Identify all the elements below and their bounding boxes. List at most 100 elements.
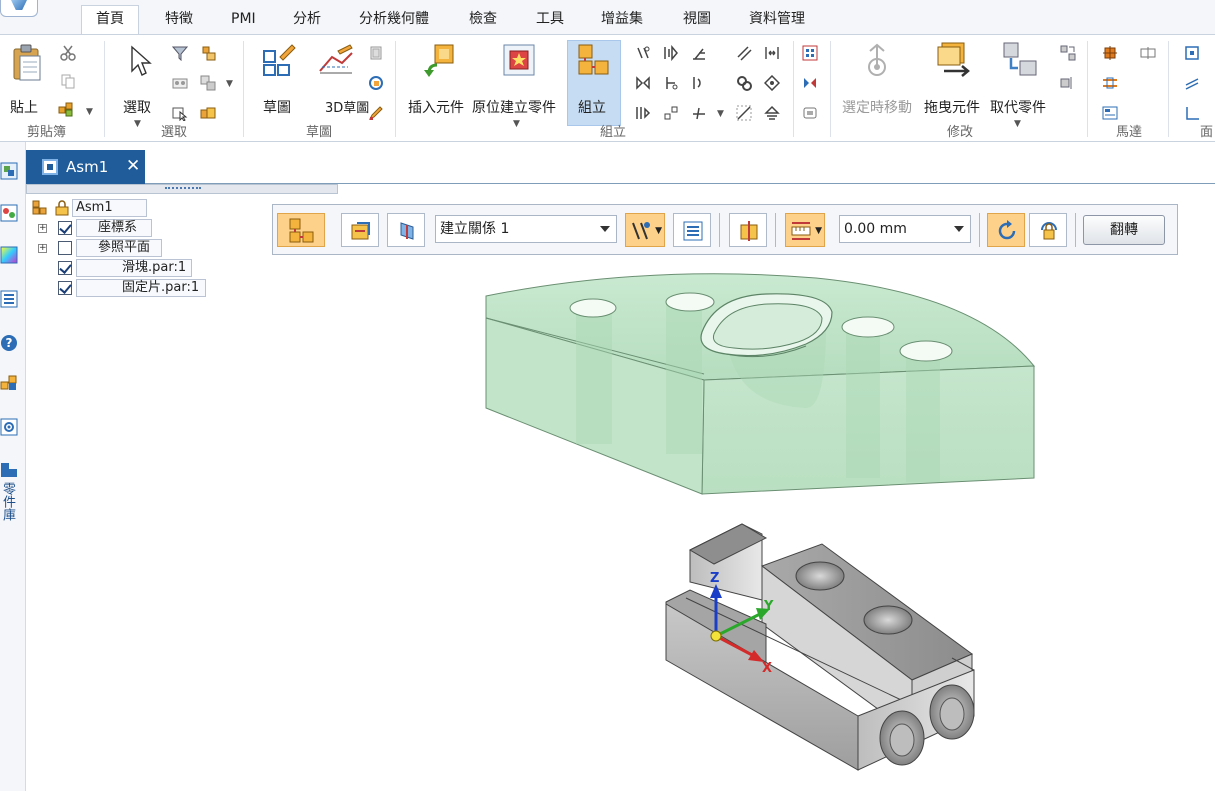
disperse-icon[interactable] <box>1060 75 1076 91</box>
axial-align-icon[interactable] <box>691 45 707 61</box>
assembly-model-view[interactable]: Z Y X <box>26 194 1215 791</box>
tab-view[interactable]: 視圖 <box>681 8 713 34</box>
sketch-refresh-icon[interactable] <box>368 75 384 91</box>
select-button[interactable]: 選取 <box>123 97 151 117</box>
lock-rotation-button[interactable] <box>1029 213 1067 247</box>
motor-report-icon[interactable] <box>1102 105 1118 121</box>
mate-icon[interactable] <box>635 45 651 61</box>
face-parallel-icon[interactable] <box>1184 75 1200 91</box>
tab-tools[interactable]: 工具 <box>534 8 566 34</box>
offset-value-input[interactable]: 0.00 mm <box>839 215 971 243</box>
relationship-type-button[interactable]: ▼ <box>625 213 665 247</box>
pattern-icon[interactable] <box>802 45 818 61</box>
motor-icon[interactable] <box>1102 45 1118 61</box>
sketch-icon[interactable] <box>262 43 296 77</box>
sketch-pencil-icon[interactable] <box>368 105 384 121</box>
select-part-button[interactable] <box>729 213 767 247</box>
properties-icon[interactable] <box>0 290 18 308</box>
sketch-button[interactable]: 草圖 <box>263 97 291 117</box>
pathfinder-splitter[interactable] <box>26 184 338 194</box>
sketch-3d-button[interactable]: 3D草圖 <box>325 97 369 116</box>
cut-icon[interactable] <box>60 45 76 61</box>
ground-icon[interactable] <box>764 105 780 121</box>
rotate-button[interactable] <box>987 213 1025 247</box>
face-select-icon[interactable] <box>1184 45 1200 61</box>
simulate-motor-icon[interactable] <box>1102 75 1118 91</box>
relationship-list-button[interactable] <box>673 213 711 247</box>
replace-part-dropdown-icon[interactable]: ▼ <box>1014 119 1021 129</box>
fixed-plate-ghost[interactable] <box>485 273 1036 495</box>
color-manager-icon[interactable] <box>0 246 18 264</box>
select-arrow-icon[interactable] <box>128 45 152 77</box>
pathfinder-icon[interactable] <box>0 162 18 180</box>
tab-features[interactable]: 特徵 <box>163 8 195 34</box>
select-tools-icon[interactable] <box>201 45 217 61</box>
planar-align-icon[interactable] <box>663 45 679 61</box>
parallel-icon[interactable] <box>736 45 752 61</box>
cam-icon[interactable] <box>663 105 679 121</box>
tab-home[interactable]: 首頁 <box>81 5 139 35</box>
paste-button[interactable]: 貼上 <box>10 97 38 117</box>
assemble-button[interactable]: 組立 <box>578 97 606 117</box>
help-icon[interactable]: ? <box>0 334 18 352</box>
document-tab[interactable]: Asm1 ✕ <box>26 150 145 184</box>
sketch-view-icon[interactable] <box>368 45 384 61</box>
insert-component-icon[interactable] <box>421 43 455 79</box>
tangent-icon[interactable] <box>635 105 651 121</box>
offset-type-button[interactable]: ▼ <box>785 213 825 247</box>
select-part-icon[interactable] <box>172 105 188 121</box>
face-offset-icon[interactable] <box>1184 105 1200 121</box>
create-in-place-dropdown-icon[interactable]: ▼ <box>513 119 520 129</box>
tab-addins[interactable]: 增益集 <box>599 8 645 34</box>
paste-special-icon[interactable] <box>58 101 74 117</box>
parts-library-icon[interactable] <box>0 460 18 478</box>
tab-geometry-inspect[interactable]: 分析幾何體 <box>357 8 431 34</box>
paste-icon[interactable] <box>10 43 44 83</box>
graphics-viewport[interactable]: Z Y X <box>26 194 1215 791</box>
select-component-icon[interactable] <box>200 105 216 121</box>
reference-plane-button[interactable] <box>387 213 425 247</box>
insert-relation-icon[interactable] <box>635 75 651 91</box>
select-dropdown-icon[interactable]: ▼ <box>134 119 141 129</box>
move-when-selected-button[interactable]: 選定時移動 <box>842 97 912 117</box>
tab-inspect[interactable]: 分析 <box>291 8 323 34</box>
configurations-icon[interactable] <box>0 418 18 436</box>
select-group-icon[interactable] <box>200 75 216 91</box>
duplicate-component-icon[interactable] <box>802 105 818 121</box>
assemble-relationship-button[interactable] <box>277 213 325 247</box>
select-group-dropdown-icon[interactable]: ▼ <box>226 79 233 89</box>
angle-icon[interactable] <box>691 75 707 91</box>
create-in-place-icon[interactable] <box>502 43 536 77</box>
layers-icon[interactable] <box>0 204 18 222</box>
tab-data-management[interactable]: 資料管理 <box>747 8 807 34</box>
tab-check[interactable]: 檢查 <box>467 8 499 34</box>
replace-part-button[interactable]: 取代零件 <box>990 97 1046 117</box>
rigid-set-icon[interactable] <box>764 75 780 91</box>
copy-icon[interactable] <box>60 73 76 89</box>
tab-pmi[interactable]: PMI <box>229 8 258 34</box>
gear-icon[interactable] <box>736 75 752 91</box>
assemble-icon[interactable] <box>577 43 611 79</box>
flip-button[interactable]: 翻轉 <box>1083 215 1165 245</box>
interference-icon[interactable] <box>1140 45 1156 61</box>
insert-component-button[interactable]: 插入元件 <box>408 97 464 117</box>
drag-component-icon[interactable] <box>936 41 974 77</box>
relation-more-dropdown-icon[interactable]: ▼ <box>717 109 724 119</box>
center-plane-icon[interactable] <box>764 45 780 61</box>
path-icon[interactable] <box>736 105 752 121</box>
move-when-selected-icon[interactable] <box>860 43 894 79</box>
application-button[interactable] <box>0 0 38 17</box>
replace-part-icon[interactable] <box>1002 41 1038 79</box>
gear-relation-icon[interactable] <box>691 105 707 121</box>
slider-part[interactable] <box>665 523 975 771</box>
paste-special-dropdown-icon[interactable]: ▼ <box>86 107 93 117</box>
create-in-place-button[interactable]: 原位建立零件 <box>472 97 556 117</box>
parts-library-label[interactable]: 零件庫 <box>0 482 15 521</box>
relationship-types-button[interactable] <box>341 213 379 247</box>
transfer-icon[interactable] <box>1060 45 1076 61</box>
connect-icon[interactable] <box>663 75 679 91</box>
assembly-tools-icon[interactable] <box>0 374 18 392</box>
mirror-component-icon[interactable] <box>802 75 818 91</box>
filter-icon[interactable] <box>172 45 188 61</box>
close-icon[interactable]: ✕ <box>126 156 140 176</box>
